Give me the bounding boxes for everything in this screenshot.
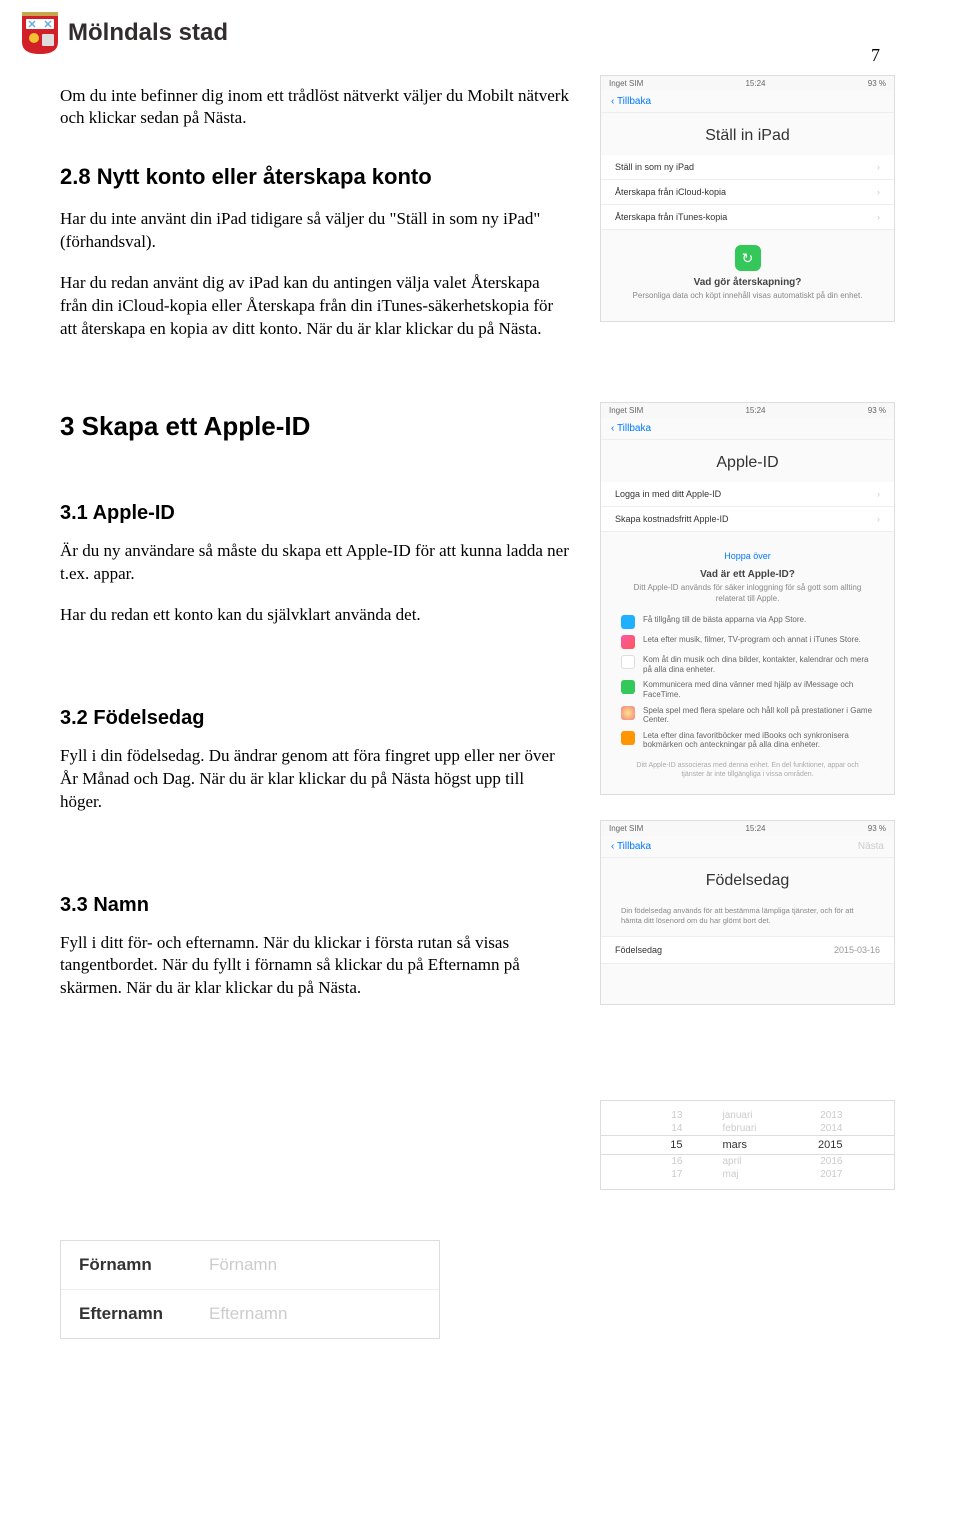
option-signin-appleid[interactable]: Logga in med ditt Apple-ID› <box>601 482 894 507</box>
screen-title: Ställ in iPad <box>601 113 894 155</box>
section-3-title: 3 Skapa ett Apple-ID <box>60 411 570 442</box>
ibooks-icon <box>621 731 635 745</box>
status-sim: Inget SIM <box>609 406 643 415</box>
intro-paragraph: Om du inte befinner dig inom ett trådlös… <box>60 85 570 129</box>
main-content: Om du inte befinner dig inom ett trådlös… <box>60 65 600 1190</box>
ipad-status-bar: Inget SIM 15:24 93 % <box>601 403 894 418</box>
section-3-1-title: 3.1 Apple-ID <box>60 502 570 525</box>
option-new-ipad[interactable]: Ställ in som ny iPad› <box>601 155 894 180</box>
back-button[interactable]: ‹ Tillbaka <box>611 96 651 107</box>
appleid-fineprint: Ditt Apple-ID associeras med denna enhet… <box>601 753 894 794</box>
ipad-birthday-screenshot: Inget SIM 15:24 93 % ‹ Tillbaka Nästa Fö… <box>600 820 895 1005</box>
icloud-icon <box>621 655 635 669</box>
chevron-right-icon: › <box>877 489 880 499</box>
section-2-8-p1: Har du inte använt din iPad tidigare så … <box>60 208 570 254</box>
firstname-placeholder: Förnamn <box>209 1255 277 1275</box>
feature-messages: Kommunicera med dina vänner med hjälp av… <box>601 677 894 702</box>
status-sim: Inget SIM <box>609 824 643 833</box>
status-sim: Inget SIM <box>609 79 643 88</box>
status-battery: 93 % <box>868 79 886 88</box>
name-fields-screenshot: Förnamn Förnamn Efternamn Efternamn <box>60 1240 440 1339</box>
option-restore-itunes[interactable]: Återskapa från iTunes-kopia› <box>601 205 894 230</box>
gamecenter-icon <box>621 706 635 720</box>
itunes-icon <box>621 635 635 649</box>
feature-appstore: Få tillgång till de bästa apparna via Ap… <box>601 612 894 632</box>
status-time: 15:24 <box>745 406 765 415</box>
messages-icon <box>621 680 635 694</box>
chevron-right-icon: › <box>877 212 880 222</box>
section-2-8-p2: Har du redan använt dig av iPad kan du a… <box>60 272 570 341</box>
page-number: 7 <box>871 45 880 66</box>
feature-icloud: Kom åt din musik och dina bilder, kontak… <box>601 652 894 677</box>
skip-link[interactable]: Hoppa över <box>601 547 894 569</box>
appstore-icon <box>621 615 635 629</box>
chevron-right-icon: › <box>877 162 880 172</box>
section-3-3-p1: Fyll i ditt för- och efternamn. När du k… <box>60 932 570 1001</box>
ipad-setup-screenshot: Inget SIM 15:24 93 % ‹ Tillbaka Ställ in… <box>600 75 895 322</box>
feature-itunes: Leta efter musik, filmer, TV-program och… <box>601 632 894 652</box>
screen-title: Födelsedag <box>601 858 894 900</box>
birthday-desc: Din födelsedag används för att bestämma … <box>601 900 894 936</box>
birthday-row[interactable]: Födelsedag 2015-03-16 <box>601 936 894 964</box>
chevron-right-icon: › <box>877 187 880 197</box>
appleid-info-title: Vad är ett Apple-ID? <box>601 569 894 580</box>
restore-info-desc: Personliga data och köpt innehåll visas … <box>601 291 894 321</box>
birthday-value: 2015-03-16 <box>834 945 880 955</box>
logo-text: Mölndals stad <box>68 19 228 47</box>
ipad-status-bar: Inget SIM 15:24 93 % <box>601 76 894 91</box>
option-restore-icloud[interactable]: Återskapa från iCloud-kopia› <box>601 180 894 205</box>
back-button[interactable]: ‹ Tillbaka <box>611 841 651 852</box>
appleid-info-desc: Ditt Apple-ID används för säker inloggni… <box>601 583 894 612</box>
screen-title: Apple-ID <box>601 440 894 482</box>
birthday-label: Födelsedag <box>615 945 662 955</box>
next-button[interactable]: Nästa <box>858 841 884 852</box>
ipad-nav-bar: ‹ Tillbaka <box>601 91 894 113</box>
ipad-nav-bar: ‹ Tillbaka <box>601 418 894 440</box>
section-3-1-p2: Har du redan ett konto kan du självklart… <box>60 604 570 627</box>
restore-info-title: Vad gör återskapning? <box>601 277 894 288</box>
ipad-nav-bar: ‹ Tillbaka Nästa <box>601 836 894 858</box>
section-2-8-title: 2.8 Nytt konto eller återskapa konto <box>60 164 570 190</box>
ipad-status-bar: Inget SIM 15:24 93 % <box>601 821 894 836</box>
status-time: 15:24 <box>745 824 765 833</box>
date-picker-screenshot[interactable]: 13januari2013 14februari2014 15mars2015 … <box>600 1100 895 1190</box>
lastname-label: Efternamn <box>79 1304 209 1324</box>
section-3-2-p1: Fyll i din födelsedag. Du ändrar genom a… <box>60 745 570 814</box>
option-create-appleid[interactable]: Skapa kostnadsfritt Apple-ID› <box>601 507 894 532</box>
status-time: 15:24 <box>745 79 765 88</box>
logo-area: Mölndals stad <box>0 0 960 65</box>
ipad-appleid-screenshot: Inget SIM 15:24 93 % ‹ Tillbaka Apple-ID… <box>600 402 895 795</box>
firstname-row[interactable]: Förnamn Förnamn <box>61 1241 439 1290</box>
lastname-row[interactable]: Efternamn Efternamn <box>61 1290 439 1338</box>
feature-ibooks: Leta efter dina favoritböcker med iBooks… <box>601 728 894 753</box>
picker-selected-row: 15mars2015 <box>601 1135 894 1155</box>
status-battery: 93 % <box>868 824 886 833</box>
firstname-label: Förnamn <box>79 1255 209 1275</box>
section-3-3-title: 3.3 Namn <box>60 894 570 917</box>
section-3-1-p1: Är du ny användare så måste du skapa ett… <box>60 540 570 586</box>
section-3-2-title: 3.2 Födelsedag <box>60 707 570 730</box>
status-battery: 93 % <box>868 406 886 415</box>
restore-icon: ↻ <box>735 245 761 271</box>
chevron-right-icon: › <box>877 514 880 524</box>
molndal-shield-icon <box>20 10 60 55</box>
lastname-placeholder: Efternamn <box>209 1304 287 1324</box>
back-button[interactable]: ‹ Tillbaka <box>611 423 651 434</box>
screenshot-column: Inget SIM 15:24 93 % ‹ Tillbaka Ställ in… <box>600 65 910 1190</box>
feature-gamecenter: Spela spel med flera spelare och håll ko… <box>601 703 894 728</box>
